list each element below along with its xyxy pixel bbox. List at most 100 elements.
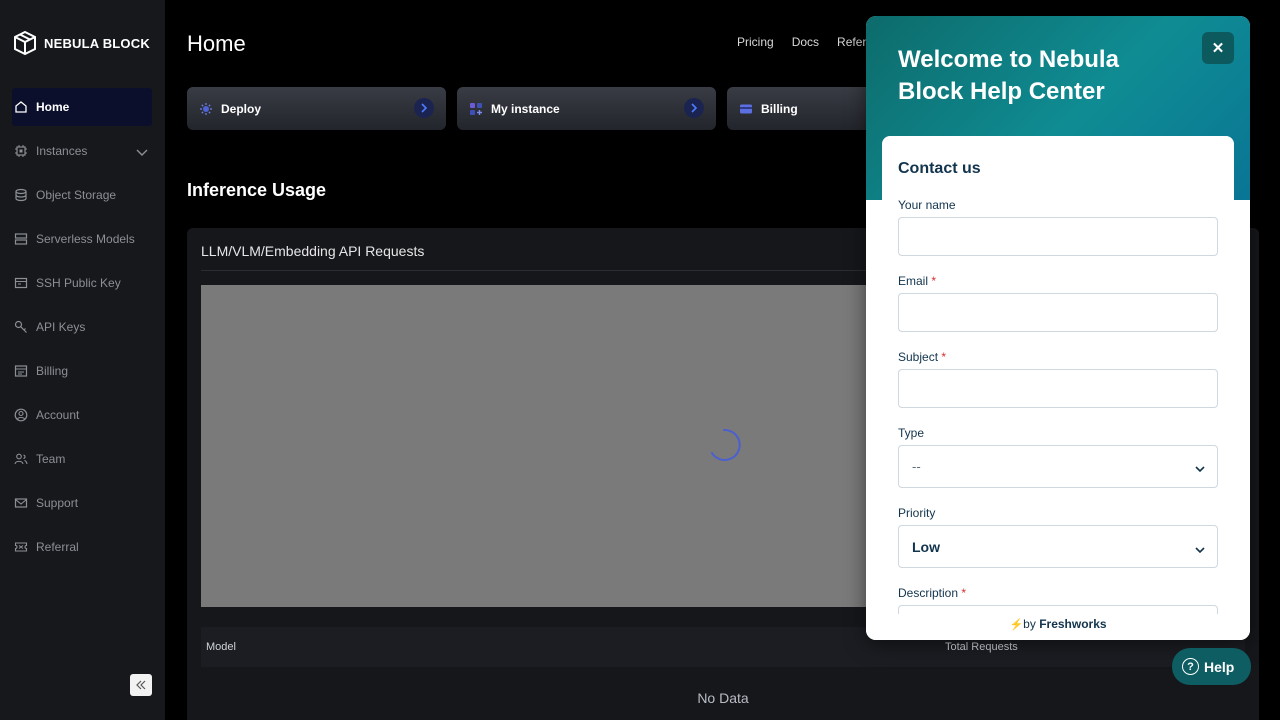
contact-form: Contact us Your name Email * Subject * T… [882,136,1234,614]
chevron-down-icon [1195,541,1205,557]
brand-name: NEBULA BLOCK [44,35,150,51]
home-icon [14,100,28,114]
card-icon [739,102,753,116]
grid-icon [469,102,483,116]
required-mark: * [931,274,937,288]
deploy-icon [199,102,213,116]
sidebar-item-account[interactable]: Account [12,396,152,434]
name-label-text: Your name [898,198,956,212]
panel-title: LLM/VLM/Embedding API Requests [201,243,425,259]
sidebar-item-support[interactable]: Support [12,484,152,522]
server-icon [14,232,28,246]
loading-spinner-icon [711,428,741,461]
page-title: Home [187,31,246,56]
sidebar: NEBULA BLOCK Home Instances Object Stora… [0,0,165,720]
email-label: Email * [898,274,936,288]
description-label: Description * [898,586,966,600]
database-icon [14,188,28,202]
type-select[interactable]: -- [898,445,1218,488]
key-icon [14,320,28,334]
sidebar-item-label: SSH Public Key [36,276,121,290]
top-links: Pricing Docs Referr [737,35,870,49]
empty-state-text: No Data [697,690,749,706]
required-mark: * [961,586,967,600]
priority-label: Priority [898,506,935,520]
sidebar-item-ssh-public-key[interactable]: SSH Public Key [12,264,152,302]
brand-logo[interactable]: NEBULA BLOCK [12,30,150,56]
chevron-down-icon [1195,461,1205,476]
email-label-text: Email [898,274,929,288]
help-icon: ? [1182,658,1199,675]
help-button[interactable]: ? Help [1172,648,1251,685]
help-center-widget: Welcome to Nebula Block Help Center ✕ Co… [866,16,1250,640]
team-icon [14,452,28,466]
user-circle-icon [14,408,28,422]
name-label: Your name [898,198,956,212]
mail-icon [14,496,28,510]
sidebar-item-label: Object Storage [36,188,117,202]
sidebar-item-billing[interactable]: Billing [12,352,152,390]
sidebar-item-label: Home [36,100,70,114]
column-header-model[interactable]: Model [206,641,236,653]
sidebar-item-serverless-models[interactable]: Serverless Models [12,220,152,258]
help-button-label: Help [1204,658,1235,675]
my-instance-card[interactable]: My instance [457,87,716,130]
chevron-down-icon[interactable] [136,146,148,160]
sidebar-item-label: API Keys [36,320,86,334]
deploy-card[interactable]: Deploy [187,87,446,130]
sidebar-item-referral[interactable]: Referral [12,528,152,566]
type-select-value: -- [912,459,921,474]
card-label: Billing [761,101,798,116]
sidebar-item-label: Support [36,496,79,510]
sidebar-nav: Home Instances Object Storage Serverless… [0,88,165,572]
section-title: Inference Usage [187,180,327,200]
double-chevron-left-icon [136,680,146,690]
footer-prefix: by [1023,617,1036,631]
logo-cube-icon [14,30,36,56]
sidebar-item-label: Serverless Models [36,232,135,246]
subject-label: Subject * [898,350,946,364]
name-field[interactable] [898,217,1218,256]
subject-label-text: Subject [898,350,939,364]
required-mark: * [941,350,947,364]
priority-select-value: Low [912,538,940,555]
description-label-text: Description [898,586,959,600]
collapse-sidebar-button[interactable] [130,674,152,696]
footer-brand: Freshworks [1039,617,1107,631]
link-docs[interactable]: Docs [792,35,819,49]
lightning-icon: ⚡ [1009,619,1024,631]
sidebar-item-label: Account [36,408,80,422]
description-field[interactable] [898,605,1218,614]
column-header-total-requests[interactable]: Total Requests [945,641,1018,653]
card-label: My instance [491,101,560,116]
chevron-right-icon[interactable] [414,98,434,118]
priority-select[interactable]: Low [898,525,1218,568]
subject-field[interactable] [898,369,1218,408]
app-root: NEBULA BLOCK Home Instances Object Stora… [0,0,1280,720]
chevron-right-icon[interactable] [684,98,704,118]
form-heading: Contact us [898,160,981,177]
sidebar-item-label: Team [36,452,66,466]
sidebar-item-home[interactable]: Home [12,88,152,126]
card-label: Deploy [221,101,262,116]
sidebar-item-team[interactable]: Team [12,440,152,478]
ticket-icon [14,540,28,554]
sidebar-item-label: Instances [36,144,88,158]
sidebar-item-api-keys[interactable]: API Keys [12,308,152,346]
billing-icon [14,364,28,378]
sidebar-item-label: Billing [36,364,69,378]
widget-title: Welcome to Nebula Block Help Center [898,46,1119,105]
email-field[interactable] [898,293,1218,332]
link-pricing[interactable]: Pricing [737,35,774,49]
type-label-text: Type [898,426,925,440]
sidebar-item-instances[interactable]: Instances [12,132,152,170]
priority-label-text: Priority [898,506,936,520]
sidebar-item-label: Referral [36,540,79,554]
chip-icon [14,144,28,158]
powered-by-footer[interactable]: ⚡by Freshworks [866,614,1250,640]
ssh-key-icon [14,276,28,290]
type-label: Type [898,426,924,440]
close-icon: ✕ [1211,40,1225,57]
close-button[interactable]: ✕ [1202,32,1234,64]
sidebar-item-object-storage[interactable]: Object Storage [12,176,152,214]
